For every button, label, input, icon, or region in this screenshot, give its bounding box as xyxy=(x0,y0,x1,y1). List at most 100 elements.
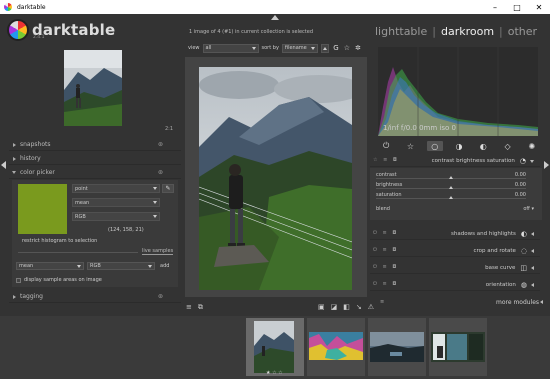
reset-icon[interactable]: ⊛ xyxy=(158,293,163,300)
filmstrip-thumbnail[interactable] xyxy=(429,318,487,376)
collapse-arrow-icon[interactable] xyxy=(530,159,534,163)
picker-statistic-select[interactable]: mean xyxy=(72,198,160,207)
focus-peaking-icon[interactable]: ↘ xyxy=(356,303,362,311)
sort-select[interactable]: filename xyxy=(281,43,318,53)
filter-bar: view all sort by filename G ☆ ✲ xyxy=(188,43,362,53)
slider-knob[interactable] xyxy=(449,196,453,199)
module-title: shadows and highlights xyxy=(451,231,516,237)
view-filter-select[interactable]: all xyxy=(202,43,259,53)
module-controls-icons[interactable]: ☆ ≡ ◘ xyxy=(373,157,399,163)
presets-menu-icon[interactable]: ≡ xyxy=(186,303,192,311)
section-tagging[interactable]: tagging ⊛ xyxy=(9,291,181,303)
preferences-gear-icon[interactable]: ✲ xyxy=(354,44,362,52)
power-icon[interactable]: ⏻ xyxy=(378,141,394,151)
close-button[interactable]: ✕ xyxy=(528,0,550,14)
more-modules-button[interactable]: more modules xyxy=(496,299,539,306)
module-header-crop-rotate[interactable]: ⏻ ≡ ◘ crop and rotate ◌ xyxy=(370,246,540,257)
contrast-module-icon: ◔ xyxy=(519,157,526,165)
version-label: 2.4.1 xyxy=(33,35,45,40)
section-color-picker[interactable]: color picker ⊛ xyxy=(9,167,181,179)
basic-group-circle-icon[interactable]: ○ xyxy=(426,141,443,151)
favorites-star-icon[interactable]: ☆ xyxy=(402,141,418,151)
darktable-app-icon xyxy=(4,3,12,11)
slider-knob[interactable] xyxy=(449,176,453,179)
module-title: contrast brightness saturation xyxy=(431,158,515,164)
filmstrip-thumbnail[interactable]: ★ ☆ ☆ xyxy=(246,318,304,376)
expand-arrow-icon[interactable] xyxy=(540,300,543,304)
right-panel-toggle-icon[interactable] xyxy=(544,161,549,169)
view-lighttable[interactable]: lighttable xyxy=(375,25,427,38)
collapse-arrow-icon xyxy=(12,171,16,174)
navigation-image xyxy=(64,50,122,126)
expand-arrow-icon[interactable] xyxy=(531,249,534,253)
module-presets-icon[interactable]: ≡ xyxy=(380,299,384,305)
sample-colorspace-select[interactable]: RGB xyxy=(87,262,155,270)
reset-icon[interactable]: ⊛ xyxy=(158,141,163,148)
title-bar: darktable – □ ✕ xyxy=(0,0,550,14)
color-picker-panel: point ✎ mean RGB (124, 158, 21) restrict… xyxy=(12,180,178,287)
module-controls-icons[interactable]: ⏻ ≡ ◘ xyxy=(373,247,398,253)
module-header-orientation[interactable]: ⏻ ≡ ◘ orientation ◍ xyxy=(370,280,540,291)
sample-statistic-select[interactable]: mean xyxy=(16,262,84,270)
module-controls-icons[interactable]: ⏻ ≡ ◘ xyxy=(373,264,398,270)
section-snapshots[interactable]: snapshots ⊛ xyxy=(9,139,181,151)
blend-row[interactable]: blend off ▾ xyxy=(376,206,534,212)
display-samples-row[interactable]: display sample areas on image xyxy=(16,277,102,283)
tone-group-icon[interactable]: ◑ xyxy=(451,141,467,151)
histogram[interactable]: 1/inf f/0.0 0mm iso 0 xyxy=(378,47,538,136)
filmstrip-thumbnail[interactable] xyxy=(307,318,365,376)
module-header-base-curve[interactable]: ⏻ ≡ ◘ base curve ◫ xyxy=(370,263,540,274)
saturation-slider[interactable]: saturation 0.00 xyxy=(376,192,526,202)
maximize-button[interactable]: □ xyxy=(506,0,528,14)
main-image[interactable] xyxy=(199,67,352,290)
navigation-thumbnail[interactable] xyxy=(64,50,122,126)
picker-mode-select[interactable]: point xyxy=(72,184,160,193)
warning-icon[interactable]: ⚠ xyxy=(368,303,374,311)
view-other[interactable]: other xyxy=(508,25,537,38)
styles-icon[interactable]: ⧉ xyxy=(198,303,203,312)
picker-colorspace-select[interactable]: RGB xyxy=(72,212,160,221)
filmstrip-thumbnail[interactable] xyxy=(368,318,426,376)
expand-arrow-icon[interactable] xyxy=(531,232,534,236)
gamut-check-icon[interactable]: ▣ xyxy=(318,303,325,311)
top-panel-toggle-icon[interactable] xyxy=(271,15,279,20)
section-label: history xyxy=(20,155,41,162)
live-samples-label: live samples xyxy=(142,248,174,255)
add-sample-button[interactable]: add xyxy=(160,263,169,269)
brightness-slider[interactable]: brightness 0.00 xyxy=(376,182,526,192)
module-header-shadows-highlights[interactable]: ⏻ ≡ ◘ shadows and highlights ◐ xyxy=(370,229,540,240)
color-picker-icon[interactable]: ✎ xyxy=(162,184,174,193)
contrast-slider[interactable]: contrast 0.00 xyxy=(376,172,526,182)
color-group-icon[interactable]: ◐ xyxy=(475,141,491,151)
view-darkroom[interactable]: darkroom xyxy=(441,25,494,38)
section-history[interactable]: history xyxy=(9,153,181,165)
correct-group-icon[interactable]: ◇ xyxy=(500,141,516,151)
expand-arrow-icon[interactable] xyxy=(531,283,534,287)
logo-icon xyxy=(7,19,29,41)
chevron-down-icon xyxy=(153,215,157,218)
expand-arrow-icon xyxy=(13,294,16,299)
slider-knob[interactable] xyxy=(449,186,453,189)
blend-mode-select[interactable]: off ▾ xyxy=(523,206,534,212)
blend-mode-value: off xyxy=(523,206,530,212)
softproof-icon[interactable]: ◪ xyxy=(331,303,338,311)
view-separator: | xyxy=(432,25,436,38)
minimize-button[interactable]: – xyxy=(484,0,506,14)
section-label: tagging xyxy=(20,293,43,300)
grouping-icon[interactable]: G xyxy=(332,44,340,52)
reset-icon[interactable]: ⊛ xyxy=(158,169,163,176)
sort-order-button[interactable] xyxy=(320,43,329,53)
display-samples-checkbox[interactable] xyxy=(16,277,21,283)
module-header-contrast[interactable]: ☆ ≡ ◘ contrast brightness saturation ◔ xyxy=(370,156,540,167)
zoom-level-icon[interactable]: 2:1 xyxy=(165,126,173,132)
effect-group-icon[interactable]: ✺ xyxy=(524,141,540,151)
display-samples-label: display sample areas on image xyxy=(24,277,102,283)
star-icon[interactable]: ☆ xyxy=(343,44,351,52)
expand-arrow-icon[interactable] xyxy=(531,266,534,270)
module-controls-icons[interactable]: ⏻ ≡ ◘ xyxy=(373,281,398,287)
chevron-down-icon xyxy=(153,201,157,204)
left-panel-toggle-icon[interactable] xyxy=(1,161,6,169)
color-assessment-icon[interactable]: ◧ xyxy=(343,303,350,311)
module-controls-icons[interactable]: ⏻ ≡ ◘ xyxy=(373,230,398,236)
restrict-histogram-label[interactable]: restrict histogram to selection xyxy=(22,238,97,244)
